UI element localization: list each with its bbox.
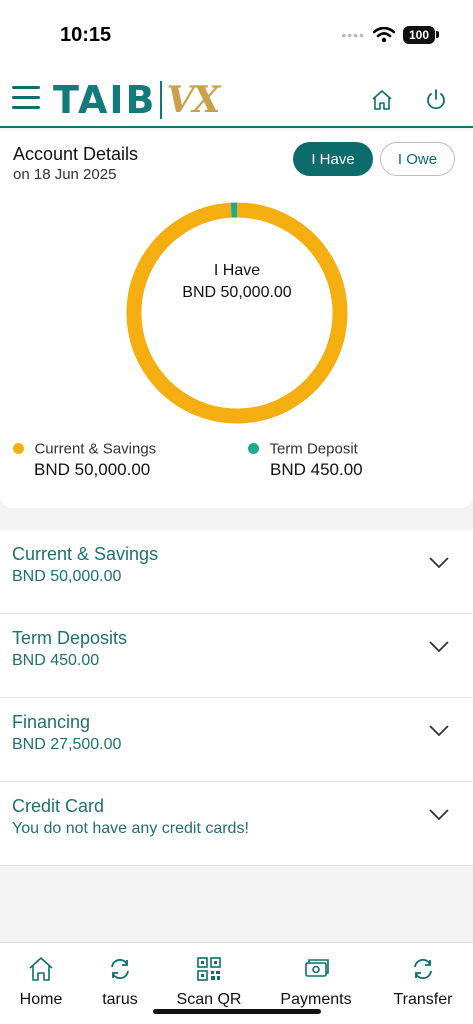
i-owe-toggle[interactable]: I Owe — [380, 142, 455, 176]
donut-center-amount: BND 50,000.00 — [182, 284, 292, 301]
list-item-title: Financing — [12, 712, 91, 732]
battery-indicator: 100 — [402, 26, 440, 44]
legend-current-savings: Current & Savings — [13, 440, 156, 458]
nav-home[interactable]: Home — [18, 955, 64, 1009]
app-logo: TAIB VX — [53, 78, 220, 122]
home-icon — [29, 957, 53, 981]
nav-payments[interactable]: Payments — [275, 955, 357, 1009]
nav-label-payments: Payments — [280, 991, 352, 1008]
donut-center-text: I Have BND 50,000.00 — [126, 262, 348, 302]
list-item-subtitle: BND 450.00 — [12, 652, 100, 669]
app-header: TAIB VX — [0, 72, 473, 128]
donut-chart — [126, 202, 348, 424]
accounts-list: Current & Savings BND 50,000.00 Term Dep… — [0, 530, 473, 866]
qr-code-icon — [197, 957, 221, 981]
nav-label-transfer: Transfer — [393, 991, 453, 1008]
nav-tarus[interactable]: tarus — [98, 955, 142, 1009]
home-indicator — [153, 1009, 321, 1014]
status-icons: •••• 100 — [341, 26, 440, 44]
logo-divider — [160, 81, 163, 119]
status-bar: 10:15 •••• 100 — [0, 0, 473, 72]
wifi-icon — [372, 27, 395, 43]
list-item-title: Term Deposits — [12, 628, 128, 648]
list-item-subtitle: BND 27,500.00 — [12, 736, 122, 753]
list-item-credit-card[interactable]: Credit Card You do not have any credit c… — [0, 782, 473, 866]
chevron-down-icon[interactable] — [428, 556, 450, 570]
list-item-title: Credit Card — [12, 796, 105, 816]
chevron-down-icon[interactable] — [428, 640, 450, 654]
legend-dot-current-savings — [13, 443, 24, 455]
donut-center-label: I Have — [213, 262, 261, 279]
chevron-down-icon[interactable] — [428, 724, 450, 738]
cellular-signal-icon: •••• — [341, 27, 365, 43]
nav-scan-qr[interactable]: Scan QR — [174, 955, 244, 1009]
home-icon[interactable] — [370, 88, 394, 112]
list-item-subtitle: BND 50,000.00 — [12, 568, 122, 585]
list-item-title: Current & Savings — [12, 544, 159, 564]
legend-amount-current-savings: BND 50,000.00 — [34, 460, 151, 479]
list-item-subtitle: You do not have any credit cards! — [12, 820, 249, 837]
i-have-toggle[interactable]: I Have — [293, 142, 373, 176]
logo-accent-text: VX — [166, 79, 220, 121]
status-time: 10:15 — [60, 24, 112, 46]
nav-label-home: Home — [19, 991, 63, 1008]
account-date: on 18 Jun 2025 — [13, 166, 117, 183]
logo-main-text: TAIB — [53, 78, 157, 122]
power-icon[interactable] — [424, 88, 448, 112]
payments-icon — [305, 959, 329, 977]
nav-label-scan-qr: Scan QR — [176, 991, 242, 1008]
donut-slice-current-savings — [126, 202, 348, 424]
list-item-term-deposits[interactable]: Term Deposits BND 450.00 — [0, 614, 473, 698]
account-details-title: Account Details — [13, 144, 139, 164]
legend-label-term-deposit: Term Deposit — [269, 440, 358, 458]
legend-label-current-savings: Current & Savings — [34, 440, 157, 458]
account-details-card: Account Details on 18 Jun 2025 I Have I … — [0, 130, 473, 508]
transfer-icon — [414, 958, 432, 980]
nav-transfer[interactable]: Transfer — [388, 955, 458, 1009]
menu-icon[interactable] — [12, 86, 40, 110]
chevron-down-icon[interactable] — [428, 808, 450, 822]
legend-amount-term-deposit: BND 450.00 — [270, 460, 363, 479]
legend-dot-term-deposit — [248, 443, 259, 455]
list-item-current-savings[interactable]: Current & Savings BND 50,000.00 — [0, 530, 473, 614]
nav-label-tarus: tarus — [102, 991, 138, 1008]
transfer-cycle-icon — [111, 958, 129, 980]
list-item-financing[interactable]: Financing BND 27,500.00 — [0, 698, 473, 782]
legend-term-deposit: Term Deposit — [248, 440, 358, 458]
